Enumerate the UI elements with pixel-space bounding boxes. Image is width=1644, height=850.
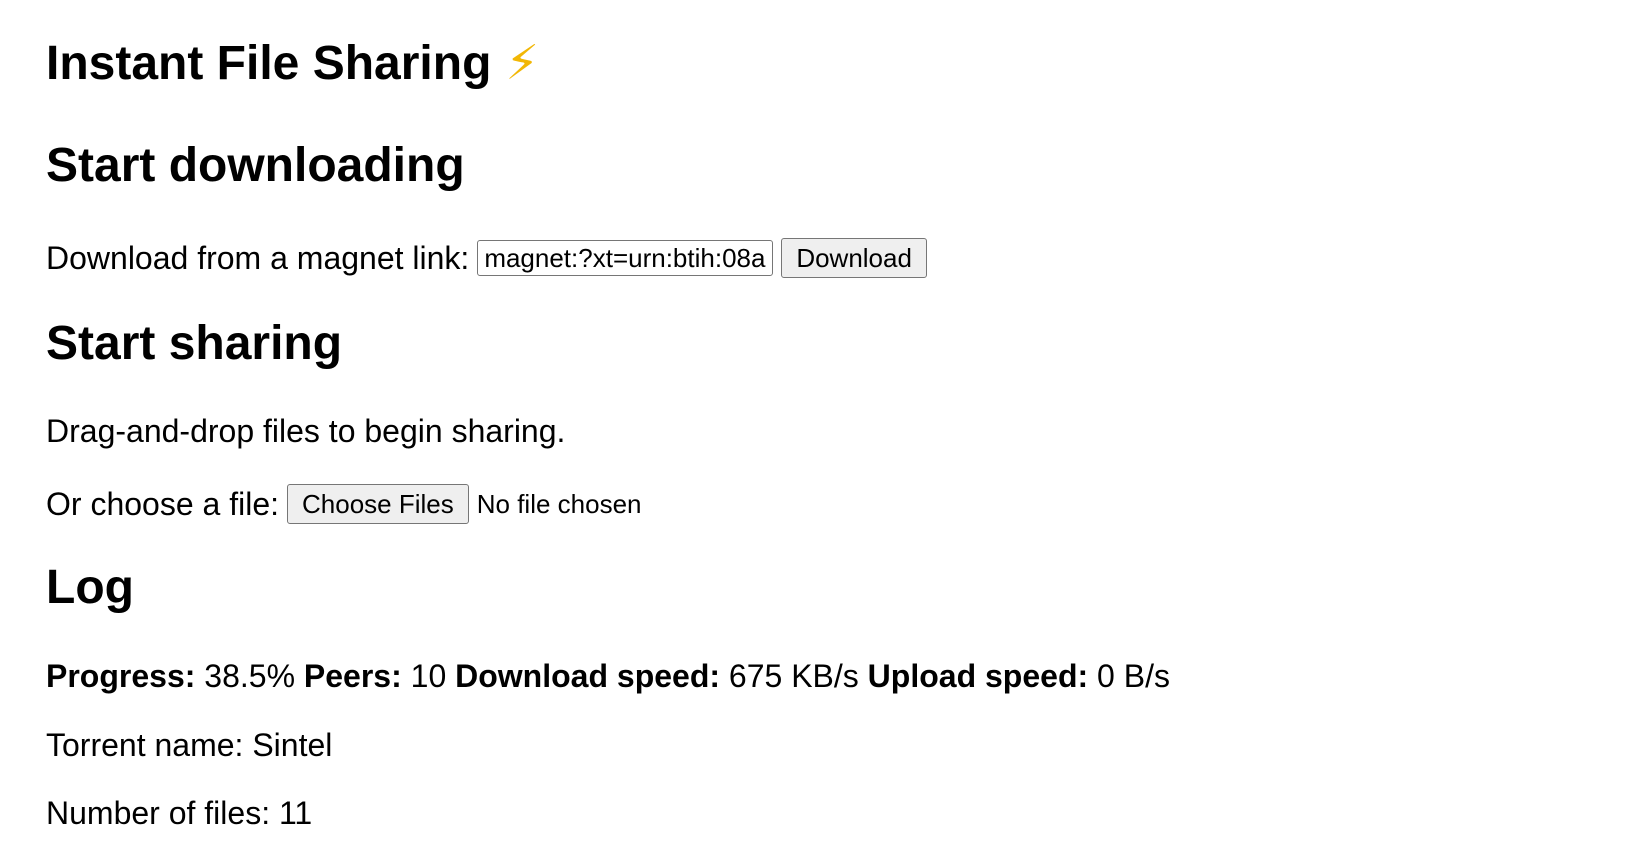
page-title-text: Instant File Sharing <box>46 37 492 90</box>
upload-speed-label: Upload speed: <box>867 658 1089 694</box>
page: Instant File Sharing ⚡ Start downloading … <box>0 0 1644 850</box>
no-file-chosen-text: No file chosen <box>476 488 642 519</box>
log-heading: Log <box>46 561 134 614</box>
lightning-bolt-icon: ⚡ <box>505 37 540 90</box>
peers-value: 10 <box>410 658 447 694</box>
magnet-download-row: Download from a magnet link: Download <box>46 238 927 278</box>
choose-file-label: Or choose a file: <box>46 485 279 522</box>
start-sharing-heading: Start sharing <box>46 317 343 370</box>
magnet-link-label: Download from a magnet link: <box>46 239 470 276</box>
torrent-stats: Progress: 38.5% Peers: 10 Download speed… <box>46 658 1170 695</box>
download-button[interactable]: Download <box>781 238 927 278</box>
progress-label: Progress: <box>46 658 196 694</box>
page-title: Instant File Sharing ⚡ <box>46 36 539 91</box>
download-speed-label: Download speed: <box>455 658 721 694</box>
torrent-name-line: Torrent name: Sintel <box>46 727 333 763</box>
start-downloading-heading: Start downloading <box>46 139 465 192</box>
peers-label: Peers: <box>303 658 402 694</box>
download-speed-value: 675 KB/s <box>728 658 859 694</box>
drag-drop-instructions: Drag-and-drop files to begin sharing. <box>46 413 566 449</box>
choose-files-button[interactable]: Choose Files <box>287 484 469 524</box>
magnet-link-input[interactable] <box>477 240 774 276</box>
progress-value: 38.5% <box>204 658 296 694</box>
number-of-files-line: Number of files: 11 <box>46 795 313 831</box>
file-chooser-row: Or choose a file: Choose Files No file c… <box>46 484 642 524</box>
upload-speed-value: 0 B/s <box>1097 658 1170 694</box>
